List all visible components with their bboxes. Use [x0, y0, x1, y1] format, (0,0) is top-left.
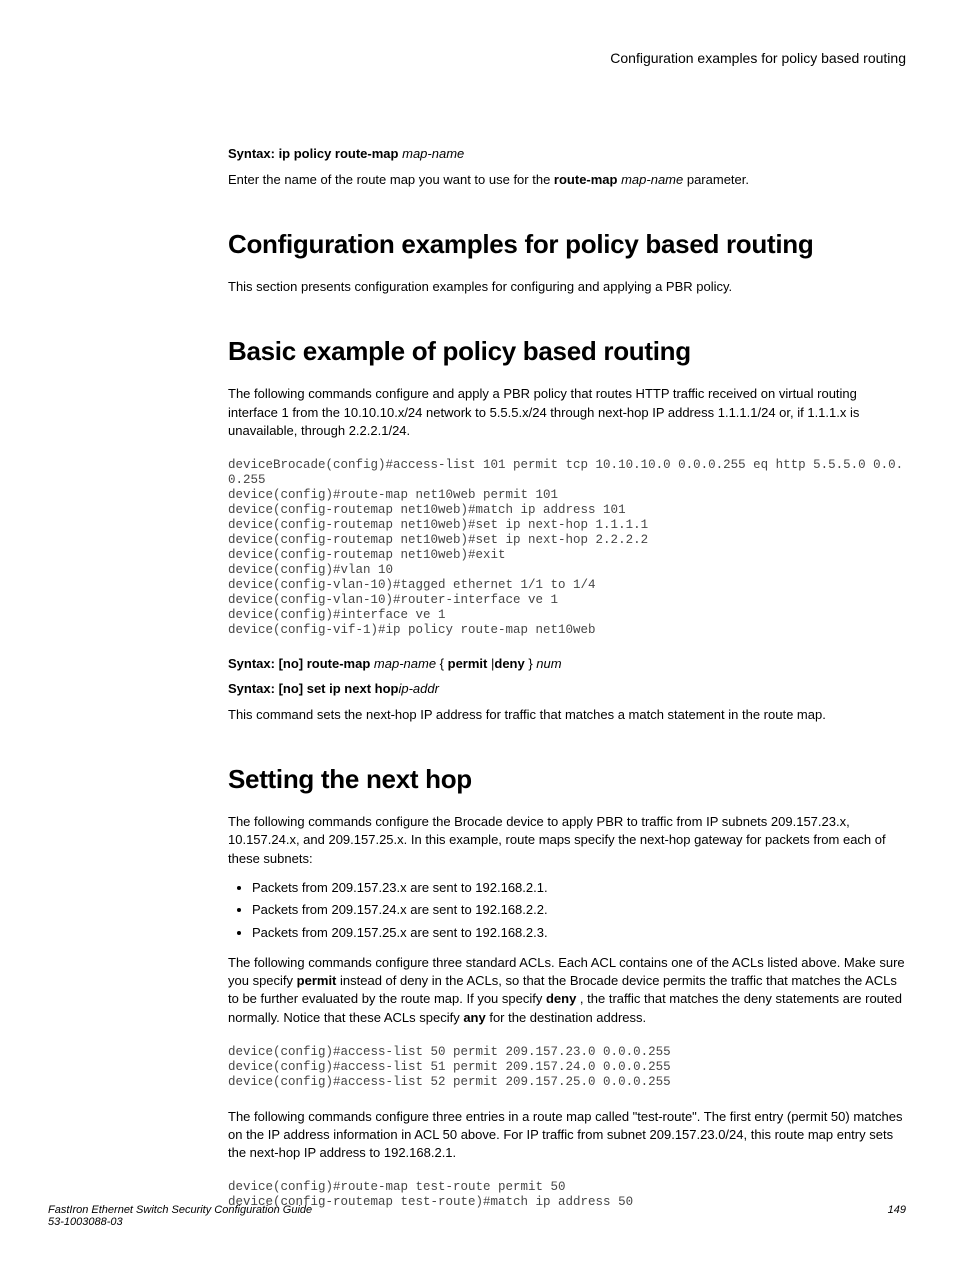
- page-number: 149: [888, 1204, 906, 1216]
- list-item: Packets from 209.157.24.x are sent to 19…: [252, 900, 906, 921]
- page-footer: 149 FastIron Ethernet Switch Security Co…: [48, 1204, 906, 1228]
- bold-text: deny: [546, 991, 576, 1006]
- syntax-bold: Syntax: [no] set ip next hop: [228, 681, 398, 696]
- italic-text: map-name: [617, 172, 683, 187]
- syntax-bold: permit: [448, 656, 488, 671]
- bullet-list: Packets from 209.157.23.x are sent to 19…: [228, 878, 906, 944]
- page-header: Configuration examples for policy based …: [48, 50, 906, 66]
- section2-para: The following commands configure and app…: [228, 385, 906, 440]
- syntax-bold: Syntax: [no] route-map: [228, 656, 370, 671]
- heading-basic-example: Basic example of policy based routing: [228, 336, 906, 367]
- content-area: Syntax: ip policy route-map map-name Ent…: [48, 146, 906, 1210]
- code-block-acls: device(config)#access-list 50 permit 209…: [228, 1045, 906, 1090]
- syntax-arg: ip-addr: [398, 681, 438, 696]
- text: }: [525, 656, 537, 671]
- footer-title: FastIron Ethernet Switch Security Config…: [48, 1204, 312, 1216]
- list-item: Packets from 209.157.25.x are sent to 19…: [252, 923, 906, 944]
- syntax-arg: num: [536, 656, 561, 671]
- bold-text: any: [463, 1010, 485, 1025]
- footer-docid: 53-1003088-03: [48, 1216, 123, 1228]
- syntax-arg: map-name: [402, 146, 464, 161]
- text: Enter the name of the route map you want…: [228, 172, 554, 187]
- heading-config-examples: Configuration examples for policy based …: [228, 229, 906, 260]
- bold-text: permit: [297, 973, 337, 988]
- section3-para2: The following commands configure three s…: [228, 954, 906, 1027]
- heading-setting-next-hop: Setting the next hop: [228, 764, 906, 795]
- intro-paragraph: Enter the name of the route map you want…: [228, 171, 906, 189]
- syntax-arg: map-name: [370, 656, 439, 671]
- section3-para3: The following commands configure three e…: [228, 1108, 906, 1163]
- syntax-bold: Syntax: ip policy route-map: [228, 146, 398, 161]
- syntax-set-ip-next-hop: Syntax: [no] set ip next hopip-addr: [228, 681, 906, 696]
- text: parameter.: [683, 172, 749, 187]
- syntax-bold: deny: [494, 656, 524, 671]
- after-syntax-para: This command sets the next-hop IP addres…: [228, 706, 906, 724]
- section1-para: This section presents configuration exam…: [228, 278, 906, 296]
- syntax-route-map: Syntax: [no] route-map map-name { permit…: [228, 656, 906, 671]
- syntax-ip-policy: Syntax: ip policy route-map map-name: [228, 146, 906, 161]
- bold-text: route-map: [554, 172, 618, 187]
- text: {: [440, 656, 448, 671]
- code-block-basic: deviceBrocade(config)#access-list 101 pe…: [228, 458, 906, 638]
- text: for the destination address.: [486, 1010, 646, 1025]
- list-item: Packets from 209.157.23.x are sent to 19…: [252, 878, 906, 899]
- document-page: Configuration examples for policy based …: [0, 0, 954, 1268]
- section3-para1: The following commands configure the Bro…: [228, 813, 906, 868]
